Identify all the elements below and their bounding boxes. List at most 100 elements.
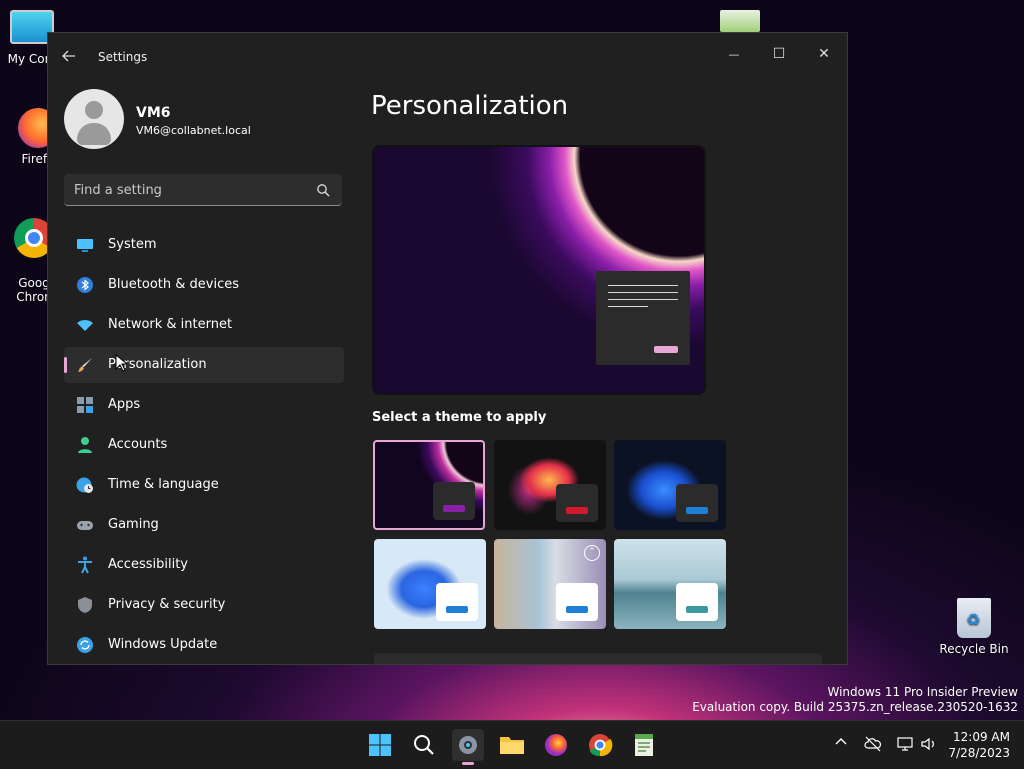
theme-preview-chip [436, 583, 478, 621]
theme-preview-chip [556, 583, 598, 621]
preview-window-mock [596, 271, 690, 365]
sidebar-item-label: Time & language [108, 477, 219, 492]
watermark-line-2: Evaluation copy. Build 25375.zn_release.… [692, 700, 1018, 714]
desktop-icon-label: Recycle Bin [939, 642, 1009, 656]
taskbar-notepad-button[interactable] [628, 729, 660, 761]
notepad-desktop-icon[interactable] [720, 10, 760, 32]
system-icon [77, 239, 93, 252]
mouse-cursor-icon [115, 354, 127, 372]
close-button[interactable]: ✕ [802, 39, 846, 69]
sidebar-item-apps[interactable]: Apps [64, 387, 344, 423]
theme-tile-2[interactable] [494, 440, 606, 530]
theme-badge-icon: ⌃ [584, 545, 600, 561]
firefox-icon [545, 734, 567, 756]
file-explorer-icon [500, 737, 524, 754]
back-arrow-icon [62, 50, 75, 62]
start-button[interactable] [364, 729, 396, 761]
sidebar-item-gaming[interactable]: Gaming [64, 507, 344, 543]
sidebar-item-windows-update[interactable]: Windows Update [64, 627, 344, 663]
sidebar-item-label: Apps [108, 397, 141, 412]
sidebar-item-label: System [108, 237, 157, 252]
sidebar-item-label: Bluetooth & devices [108, 277, 239, 292]
taskbar-firefox-button[interactable] [540, 729, 572, 761]
taskbar-chrome-button[interactable] [584, 729, 616, 761]
back-button[interactable] [62, 49, 82, 67]
recycle-bin-icon: ♻ [957, 598, 991, 638]
network-icon [897, 737, 913, 751]
title-bar[interactable]: Settings — ☐ ✕ [48, 33, 847, 81]
speaker-icon [921, 737, 934, 751]
accessibility-icon [78, 556, 92, 574]
minimize-icon: — [728, 48, 740, 61]
apps-icon [77, 397, 93, 413]
theme-tile-4[interactable] [374, 539, 486, 629]
watermark: Windows 11 Pro Insider Preview Evaluatio… [692, 685, 1018, 715]
clock-date: 7/28/2023 [948, 746, 1010, 760]
clock-time: 12:09 AM [953, 730, 1010, 744]
taskbar-settings-button[interactable] [452, 729, 484, 765]
taskbar-file-explorer-button[interactable] [496, 729, 528, 761]
gamepad-icon [77, 521, 93, 530]
page-title: Personalization [371, 91, 569, 121]
next-settings-card[interactable] [374, 653, 822, 664]
wifi-icon [77, 320, 93, 331]
settings-window: Settings — ☐ ✕ VM6 VM6@collabnet.local S… [47, 32, 848, 665]
taskbar-clock[interactable]: 12:09 AM 7/28/2023 [948, 729, 1010, 761]
brush-icon [78, 358, 92, 372]
bluetooth-icon [77, 277, 93, 293]
close-icon: ✕ [818, 46, 830, 62]
theme-preview-chip [556, 484, 598, 522]
avatar [64, 89, 124, 149]
cloud-offline-icon [864, 736, 882, 752]
sidebar-item-label: Accounts [108, 437, 168, 452]
sidebar-nav: System Bluetooth & devices Network & int… [64, 227, 344, 664]
maximize-button[interactable]: ☐ [757, 39, 801, 69]
sidebar-item-time-language[interactable]: Time & language [64, 467, 344, 503]
theme-preview-chip [676, 583, 718, 621]
windows-start-icon [369, 734, 391, 756]
taskbar-search-button[interactable] [408, 729, 440, 761]
sidebar-item-bluetooth[interactable]: Bluetooth & devices [64, 267, 344, 303]
user-name: VM6 [136, 105, 171, 121]
chrome-icon [589, 734, 613, 757]
search-input[interactable] [64, 174, 316, 206]
sidebar-item-label: Gaming [108, 517, 159, 532]
sidebar-item-label: Accessibility [108, 557, 188, 572]
sidebar-item-accounts[interactable]: Accounts [64, 427, 344, 463]
theme-preview [372, 145, 706, 395]
taskbar: 12:09 AM 7/28/2023 [0, 720, 1024, 769]
desktop-icon-recycle-bin[interactable]: ♻ Recycle Bin [938, 598, 1010, 656]
volume-tray-icon[interactable] [920, 735, 938, 753]
show-hidden-icons-button[interactable] [832, 735, 850, 753]
search-icon [414, 735, 434, 755]
sidebar-item-privacy[interactable]: Privacy & security [64, 587, 344, 623]
maximize-icon: ☐ [772, 46, 786, 62]
settings-icon [459, 736, 477, 754]
notepad-icon [635, 734, 653, 756]
theme-preview-chip [676, 484, 718, 522]
person-icon [78, 437, 92, 453]
onedrive-tray-icon[interactable] [864, 735, 882, 753]
theme-tile-3[interactable] [614, 440, 726, 530]
sidebar-item-system[interactable]: System [64, 227, 344, 263]
watermark-line-1: Windows 11 Pro Insider Preview [827, 685, 1018, 699]
themes-section-label: Select a theme to apply [372, 410, 547, 425]
sidebar-item-accessibility[interactable]: Accessibility [64, 547, 344, 583]
theme-preview-chip [433, 482, 475, 520]
update-icon [77, 637, 93, 653]
sidebar-item-personalization[interactable]: Personalization [64, 347, 344, 383]
globe-clock-icon [76, 477, 93, 493]
theme-tile-5[interactable]: ⌃ [494, 539, 606, 629]
minimize-button[interactable]: — [712, 39, 756, 69]
chevron-up-icon [835, 738, 847, 745]
theme-tile-1[interactable] [373, 440, 485, 530]
sidebar-item-label: Network & internet [108, 317, 233, 332]
sidebar-item-network[interactable]: Network & internet [64, 307, 344, 343]
sidebar-item-label: Windows Update [108, 637, 218, 652]
search-icon[interactable] [316, 183, 330, 197]
network-tray-icon[interactable] [896, 735, 914, 753]
search-box [64, 174, 342, 206]
sidebar-item-label: Privacy & security [108, 597, 226, 612]
user-email: VM6@collabnet.local [136, 124, 251, 137]
theme-tile-6[interactable] [614, 539, 726, 629]
